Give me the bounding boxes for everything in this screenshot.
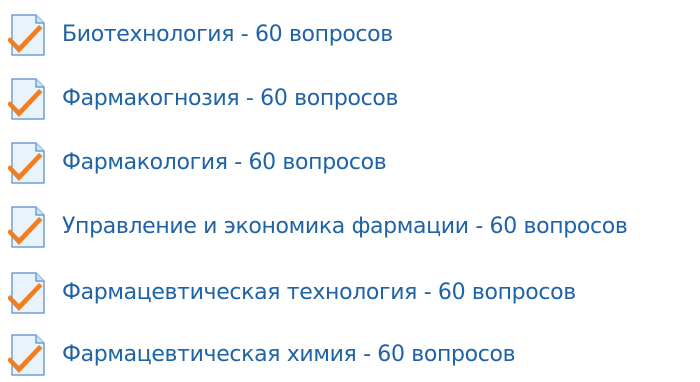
quiz-checklist-icon: [8, 205, 58, 251]
quiz-checklist-icon: [8, 271, 58, 317]
quiz-checklist-icon: [8, 13, 58, 59]
quiz-link-label[interactable]: Фармакогнозия - 60 вопросов: [62, 88, 398, 110]
quiz-link-label[interactable]: Фармакология - 60 вопросов: [62, 152, 387, 174]
quiz-link-label[interactable]: Управление и экономика фармации - 60 воп…: [62, 216, 628, 238]
quiz-checklist-icon: [8, 141, 58, 187]
quiz-link-label[interactable]: Биотехнология - 60 вопросов: [62, 24, 393, 46]
quiz-link-label[interactable]: Фармацевтическая технология - 60 вопросо…: [62, 282, 576, 304]
quiz-link-label[interactable]: Фармацевтическая химия - 60 вопросов: [62, 344, 516, 366]
quiz-checklist-icon: [8, 333, 58, 379]
quiz-checklist-icon: [8, 77, 58, 123]
quiz-list: Биотехнология - 60 вопросов Фармакогнози…: [0, 0, 700, 376]
